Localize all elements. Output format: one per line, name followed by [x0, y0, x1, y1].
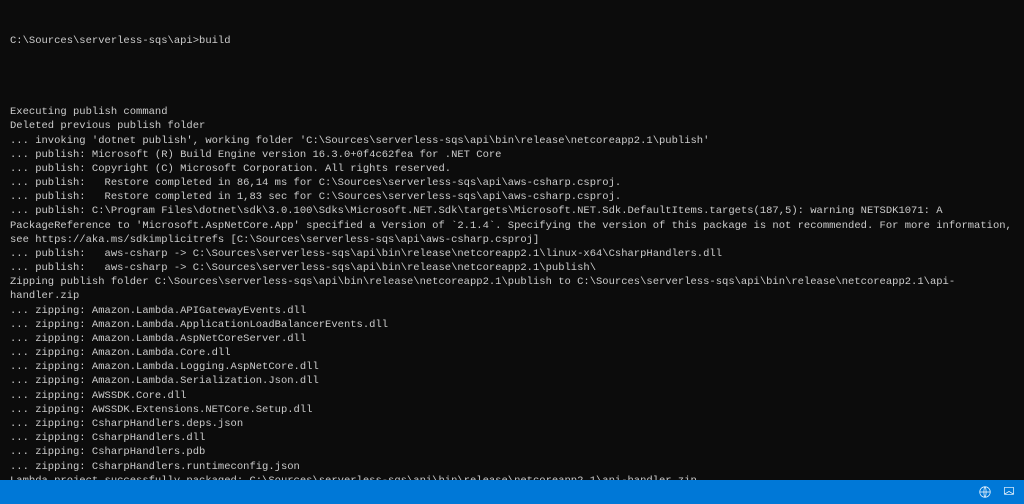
terminal-line: ... invoking 'dotnet publish', working f… — [10, 134, 1014, 148]
terminal-line: ... zipping: AWSSDK.Extensions.NETCore.S… — [10, 403, 1014, 417]
terminal-lines-container: Executing publish commandDeleted previou… — [10, 77, 1014, 480]
terminal-line: ... publish: Restore completed in 86,14 … — [10, 176, 1014, 190]
terminal-line: Zipping publish folder C:\Sources\server… — [10, 275, 1014, 303]
taskbar[interactable] — [0, 480, 1024, 504]
terminal-line: ... zipping: CsharpHandlers.dll — [10, 431, 1014, 445]
terminal-line: ... publish: Copyright (C) Microsoft Cor… — [10, 162, 1014, 176]
terminal-line: ... zipping: Amazon.Lambda.APIGatewayEve… — [10, 304, 1014, 318]
terminal-line: Deleted previous publish folder — [10, 119, 1014, 133]
terminal-line: ... zipping: Amazon.Lambda.Core.dll — [10, 346, 1014, 360]
terminal-line — [10, 91, 1014, 105]
terminal-line: ... publish: C:\Program Files\dotnet\sdk… — [10, 204, 1014, 247]
command-prompt-line: C:\Sources\serverless-sqs\api>build — [10, 34, 1014, 48]
terminal-output[interactable]: C:\Sources\serverless-sqs\api>build Exec… — [0, 0, 1024, 480]
terminal-line: ... zipping: CsharpHandlers.runtimeconfi… — [10, 460, 1014, 474]
notifications-icon[interactable] — [1002, 485, 1016, 499]
terminal-line: ... zipping: Amazon.Lambda.AspNetCoreSer… — [10, 332, 1014, 346]
terminal-line: ... zipping: AWSSDK.Core.dll — [10, 389, 1014, 403]
language-icon[interactable] — [978, 485, 992, 499]
terminal-line: ... publish: aws-csharp -> C:\Sources\se… — [10, 261, 1014, 275]
terminal-line: ... zipping: CsharpHandlers.deps.json — [10, 417, 1014, 431]
terminal-line: ... publish: Restore completed in 1,83 s… — [10, 190, 1014, 204]
terminal-line: ... zipping: Amazon.Lambda.Serialization… — [10, 374, 1014, 388]
terminal-line: ... publish: Microsoft (R) Build Engine … — [10, 148, 1014, 162]
terminal-line: ... zipping: Amazon.Lambda.Logging.AspNe… — [10, 360, 1014, 374]
terminal-line: ... publish: aws-csharp -> C:\Sources\se… — [10, 247, 1014, 261]
terminal-line: ... zipping: CsharpHandlers.pdb — [10, 445, 1014, 459]
terminal-line: ... zipping: Amazon.Lambda.ApplicationLo… — [10, 318, 1014, 332]
terminal-line — [10, 77, 1014, 91]
terminal-line: Executing publish command — [10, 105, 1014, 119]
